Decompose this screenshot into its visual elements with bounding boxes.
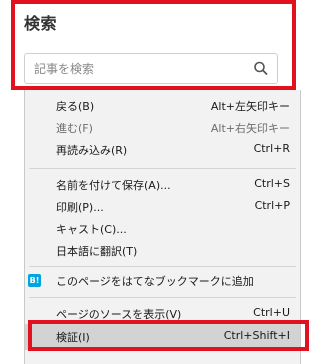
menu-item-shortcut: Alt+右矢印キー bbox=[210, 122, 290, 135]
search-icon bbox=[254, 61, 268, 75]
menu-item-shortcut: Ctrl+U bbox=[253, 306, 290, 319]
menu-item-hatena-bookmark[interactable]: B! このページをはてなブックマークに追加 bbox=[25, 270, 300, 291]
menu-item-label: このページをはてなブックマークに追加 bbox=[56, 275, 254, 288]
menu-item-reload[interactable]: 再読み込み(R) Ctrl+R bbox=[25, 139, 300, 160]
menu-item-label: 日本語に翻訳(T) bbox=[56, 245, 138, 258]
menu-item-print[interactable]: 印刷(P)... Ctrl+P bbox=[25, 196, 300, 217]
menu-item-shortcut: Ctrl+R bbox=[253, 142, 290, 155]
menu-item-label: 再読み込み(R) bbox=[56, 144, 128, 157]
context-menu: 戻る(B) Alt+左矢印キー 進む(F) Alt+右矢印キー 再読み込み(R)… bbox=[24, 90, 301, 364]
menu-item-label: 印刷(P)... bbox=[56, 201, 104, 214]
menu-item-label: 検証(I) bbox=[56, 331, 90, 344]
menu-item-label: キャスト(C)... bbox=[56, 223, 127, 236]
menu-item-forward[interactable]: 進む(F) Alt+右矢印キー bbox=[25, 117, 300, 138]
menu-separator bbox=[29, 168, 296, 169]
search-button[interactable] bbox=[249, 57, 273, 80]
menu-item-shortcut: Ctrl+Shift+I bbox=[223, 329, 290, 342]
search-widget: 検索 bbox=[11, 0, 296, 90]
menu-separator bbox=[29, 266, 296, 267]
menu-item-label: 進む(F) bbox=[56, 122, 93, 135]
menu-item-translate[interactable]: 日本語に翻訳(T) bbox=[25, 240, 300, 261]
menu-item-back[interactable]: 戻る(B) Alt+左矢印キー bbox=[25, 95, 300, 116]
search-title: 検索 bbox=[24, 14, 58, 33]
search-field[interactable] bbox=[24, 53, 278, 84]
menu-item-inspect[interactable]: 検証(I) Ctrl+Shift+I bbox=[25, 324, 300, 350]
menu-item-shortcut: Ctrl+S bbox=[254, 177, 290, 190]
menu-item-cast[interactable]: キャスト(C)... bbox=[25, 218, 300, 239]
menu-item-shortcut: Ctrl+P bbox=[254, 199, 290, 212]
menu-item-label: 名前を付けて保存(A)... bbox=[56, 179, 171, 192]
menu-item-save-as[interactable]: 名前を付けて保存(A)... Ctrl+S bbox=[25, 174, 300, 195]
search-input[interactable] bbox=[25, 54, 249, 83]
menu-item-shortcut: Alt+左矢印キー bbox=[210, 100, 290, 113]
menu-separator bbox=[29, 297, 296, 298]
menu-item-label: ページのソースを表示(V) bbox=[56, 308, 182, 321]
menu-item-view-source[interactable]: ページのソースを表示(V) Ctrl+U bbox=[25, 303, 300, 324]
hatena-bookmark-icon: B! bbox=[28, 274, 41, 287]
menu-item-label: 戻る(B) bbox=[56, 100, 95, 113]
